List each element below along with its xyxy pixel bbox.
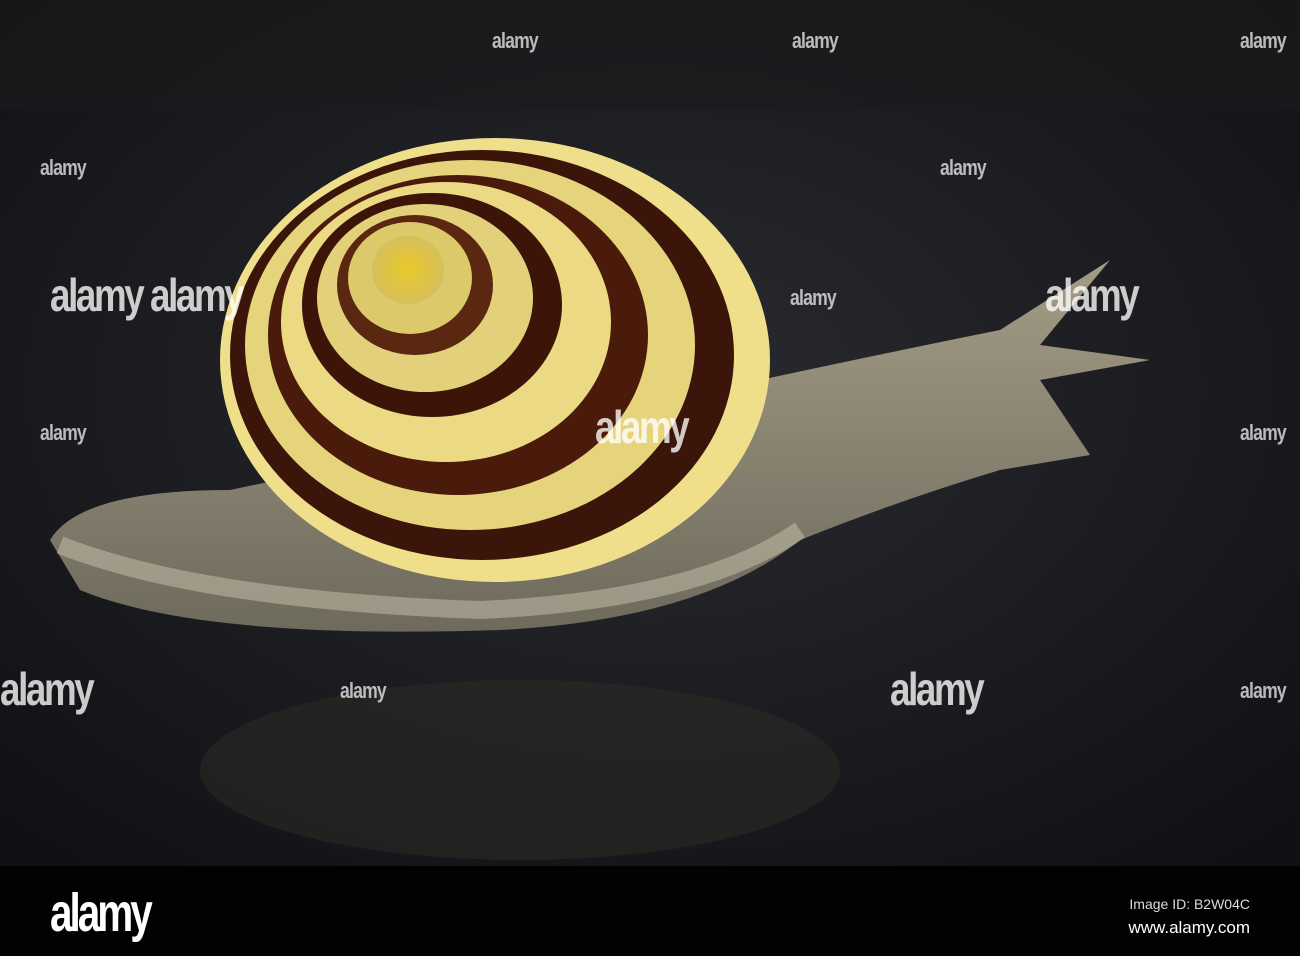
watermark: alamy <box>492 28 539 53</box>
watermark: alamy <box>940 155 987 180</box>
image-id: Image ID: B2W04C <box>1129 896 1250 912</box>
watermark: alamy <box>1240 28 1287 53</box>
watermark: alamy <box>1240 420 1287 445</box>
photo-page: alamy alamy alamy alamy alamy alamy alam… <box>0 0 1300 956</box>
watermark: alamy <box>790 285 837 310</box>
watermark: alamy <box>1045 269 1140 321</box>
site-url: www.alamy.com <box>1128 918 1250 937</box>
footer-bar: alamy Image ID: B2W04C www.alamy.com <box>0 866 1300 956</box>
watermark: alamy <box>0 663 95 715</box>
watermark: alamy <box>40 155 87 180</box>
watermark: alamy <box>40 420 87 445</box>
watermark: alamy <box>890 663 985 715</box>
watermark: alamy <box>1240 678 1287 703</box>
shell <box>220 138 770 582</box>
watermark: alamy <box>792 28 839 53</box>
watermark: alamy <box>50 269 145 321</box>
watermark: alamy <box>340 678 387 703</box>
watermark: alamy <box>150 269 245 321</box>
alamy-logo: alamy <box>50 883 153 943</box>
watermark: alamy <box>595 401 690 453</box>
